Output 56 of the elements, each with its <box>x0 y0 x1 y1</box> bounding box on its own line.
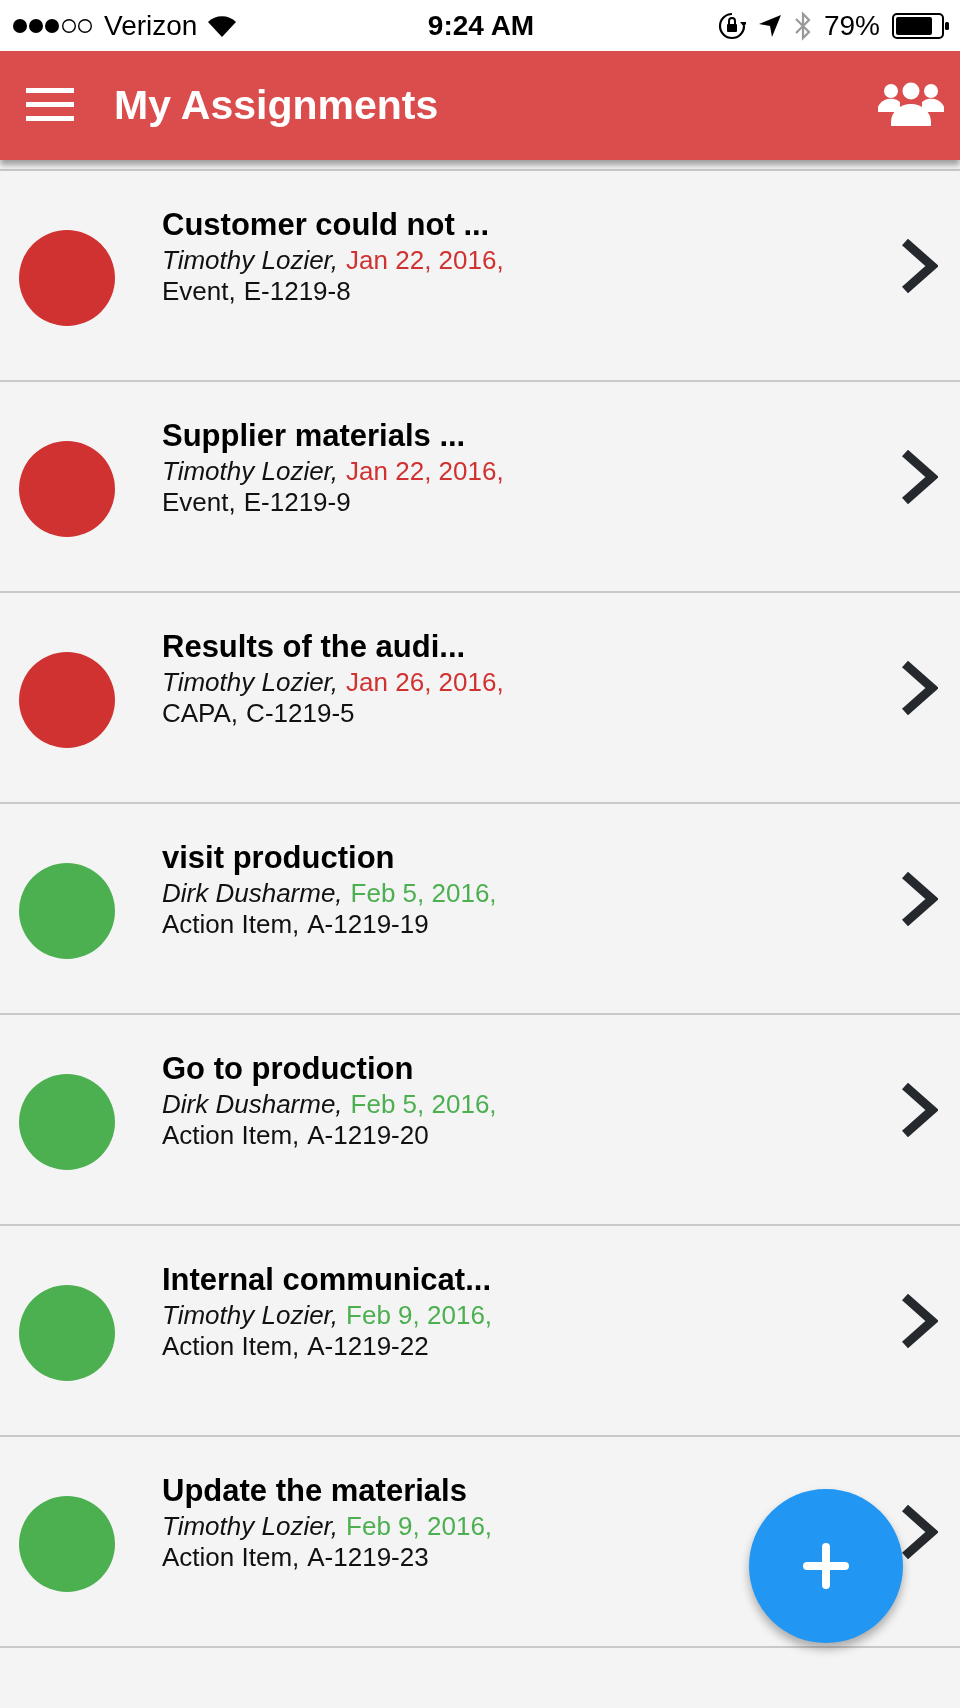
due-date: Feb 9, 2016, <box>346 1511 493 1541</box>
assignment-title: Customer could not ... <box>162 207 491 243</box>
chevron-right-icon <box>900 1081 938 1139</box>
due-date: Jan 22, 2016, <box>346 456 504 486</box>
assignment-number: A-1219-19 <box>307 909 429 939</box>
due-date: Feb 5, 2016, <box>350 878 497 908</box>
chevron-right-icon <box>900 237 938 295</box>
due-date: Feb 5, 2016, <box>350 1089 497 1119</box>
bluetooth-icon <box>793 10 812 41</box>
chevron-right-icon <box>900 659 938 717</box>
assignee-name: Dirk Dusharme, <box>162 1089 343 1119</box>
chevron-right-icon <box>900 1292 938 1350</box>
assignee-name: Timothy Lozier, <box>162 1300 339 1330</box>
assignment-title: visit production <box>162 840 396 876</box>
assignee-name: Timothy Lozier, <box>162 245 339 275</box>
assignment-number: A-1219-22 <box>307 1331 429 1361</box>
assignment-type: Action Item, <box>162 1120 300 1150</box>
due-date: Feb 9, 2016, <box>346 1300 493 1330</box>
chevron-right-icon <box>900 870 938 928</box>
rotation-lock-icon <box>717 11 746 40</box>
assignee-name: Timothy Lozier, <box>162 1511 339 1541</box>
page-title: My Assignments <box>114 82 440 129</box>
due-date: Jan 22, 2016, <box>346 245 504 275</box>
assignment-number: E-1219-9 <box>243 487 351 517</box>
carrier-name: Verizon <box>104 9 198 42</box>
assignment-number: A-1219-23 <box>307 1542 429 1572</box>
menu-icon <box>26 86 74 122</box>
assignment-type: Action Item, <box>162 1331 300 1361</box>
assignment-type: Action Item, <box>162 1542 300 1572</box>
chevron-right-icon <box>900 1503 938 1561</box>
battery-icon <box>892 12 950 39</box>
assignment-number: E-1219-8 <box>243 276 351 306</box>
wifi-icon <box>207 14 238 37</box>
assignment-title: Internal communicat... <box>162 1262 492 1298</box>
assignment-title: Results of the audi... <box>162 629 467 665</box>
people-icon <box>878 82 944 126</box>
location-arrow-icon <box>757 13 782 38</box>
clock-time: 9:24 AM <box>427 9 535 42</box>
assignment-type: Action Item, <box>162 909 300 939</box>
assignment-type: CAPA, <box>162 698 239 728</box>
assignment-title: Supplier materials ... <box>162 418 467 454</box>
assignee-name: Dirk Dusharme, <box>162 878 343 908</box>
team-button[interactable] <box>878 82 944 129</box>
assignee-name: Timothy Lozier, <box>162 667 339 697</box>
assignment-number: A-1219-20 <box>307 1120 429 1150</box>
due-date: Jan 26, 2016, <box>346 667 504 697</box>
assignment-title: Update the materials <box>162 1473 468 1509</box>
assignment-number: C-1219-5 <box>246 698 355 728</box>
assignee-name: Timothy Lozier, <box>162 456 339 486</box>
assignment-type: Event, <box>162 276 236 306</box>
chevron-right-icon <box>900 448 938 506</box>
plus-icon <box>803 1543 849 1589</box>
assignment-title: Go to production <box>162 1051 415 1087</box>
assignment-type: Event, <box>162 487 236 517</box>
signal-icon <box>12 17 94 34</box>
battery-percent: 79% <box>823 9 880 42</box>
